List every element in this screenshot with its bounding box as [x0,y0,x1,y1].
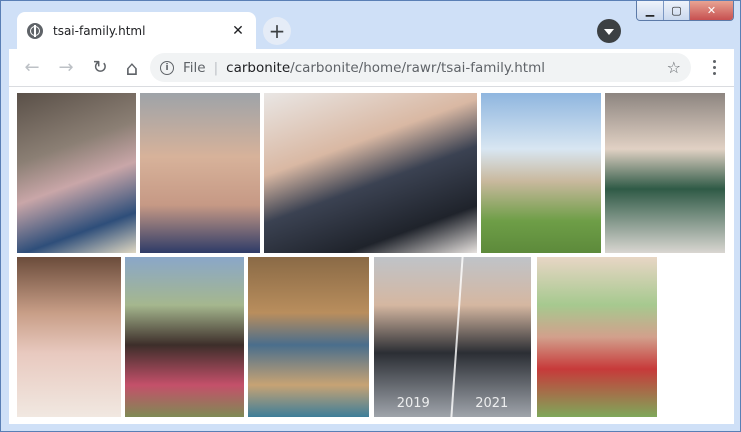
gallery-photo[interactable] [264,93,477,253]
menu-dot-icon [712,72,716,75]
maximize-button[interactable]: ▢ [663,1,689,20]
gallery-photo[interactable] [140,93,260,253]
url-separator: | [213,59,219,76]
forward-button[interactable]: → [51,53,81,83]
year-label-2019: 2019 [396,396,430,411]
url-path: /carbonite/home/rawr/tsai-family.html [290,59,546,76]
back-button[interactable]: ← [17,53,47,83]
tab-search-button[interactable] [597,19,621,43]
gallery-photo[interactable] [248,257,369,417]
year-label-2021: 2021 [475,396,509,411]
collage-divider [450,257,464,417]
info-icon[interactable]: i [160,60,174,75]
gallery-photo[interactable]: 2019 2021 [374,257,531,417]
gallery-photo[interactable] [537,257,657,417]
home-button[interactable]: ⌂ [117,53,147,83]
url-scheme: File [183,59,206,76]
menu-dot-icon [712,66,716,69]
browser-window: ▁ ▢ ✕ tsai-family.html ✕ + ← → ↻ ⌂ i Fil… [0,0,741,432]
minimize-button[interactable]: ▁ [637,1,663,20]
close-window-button[interactable]: ✕ [689,1,733,20]
bookmark-star-icon[interactable]: ☆ [667,58,681,77]
page-content: 2019 2021 [9,86,734,424]
tab-title: tsai-family.html [53,23,146,38]
close-tab-icon[interactable]: ✕ [230,23,246,39]
url-host: carbonite [226,59,291,76]
toolbar: ← → ↻ ⌂ i File | carbonite /carbonite/ho… [9,49,734,86]
reload-button[interactable]: ↻ [85,53,115,83]
gallery-photo[interactable] [481,93,601,253]
window-controls: ▁ ▢ ✕ [636,1,734,21]
gallery-photo[interactable] [125,257,244,417]
gallery-photo[interactable] [605,93,725,253]
menu-button[interactable] [704,54,724,81]
tab-tsai-family[interactable]: tsai-family.html ✕ [17,12,256,49]
menu-dot-icon [712,60,716,63]
gallery-photo[interactable] [17,257,121,417]
new-tab-button[interactable]: + [263,17,291,45]
address-bar[interactable]: i File | carbonite /carbonite/home/rawr/… [150,53,691,82]
globe-icon [27,22,43,39]
gallery-photo[interactable] [17,93,136,253]
